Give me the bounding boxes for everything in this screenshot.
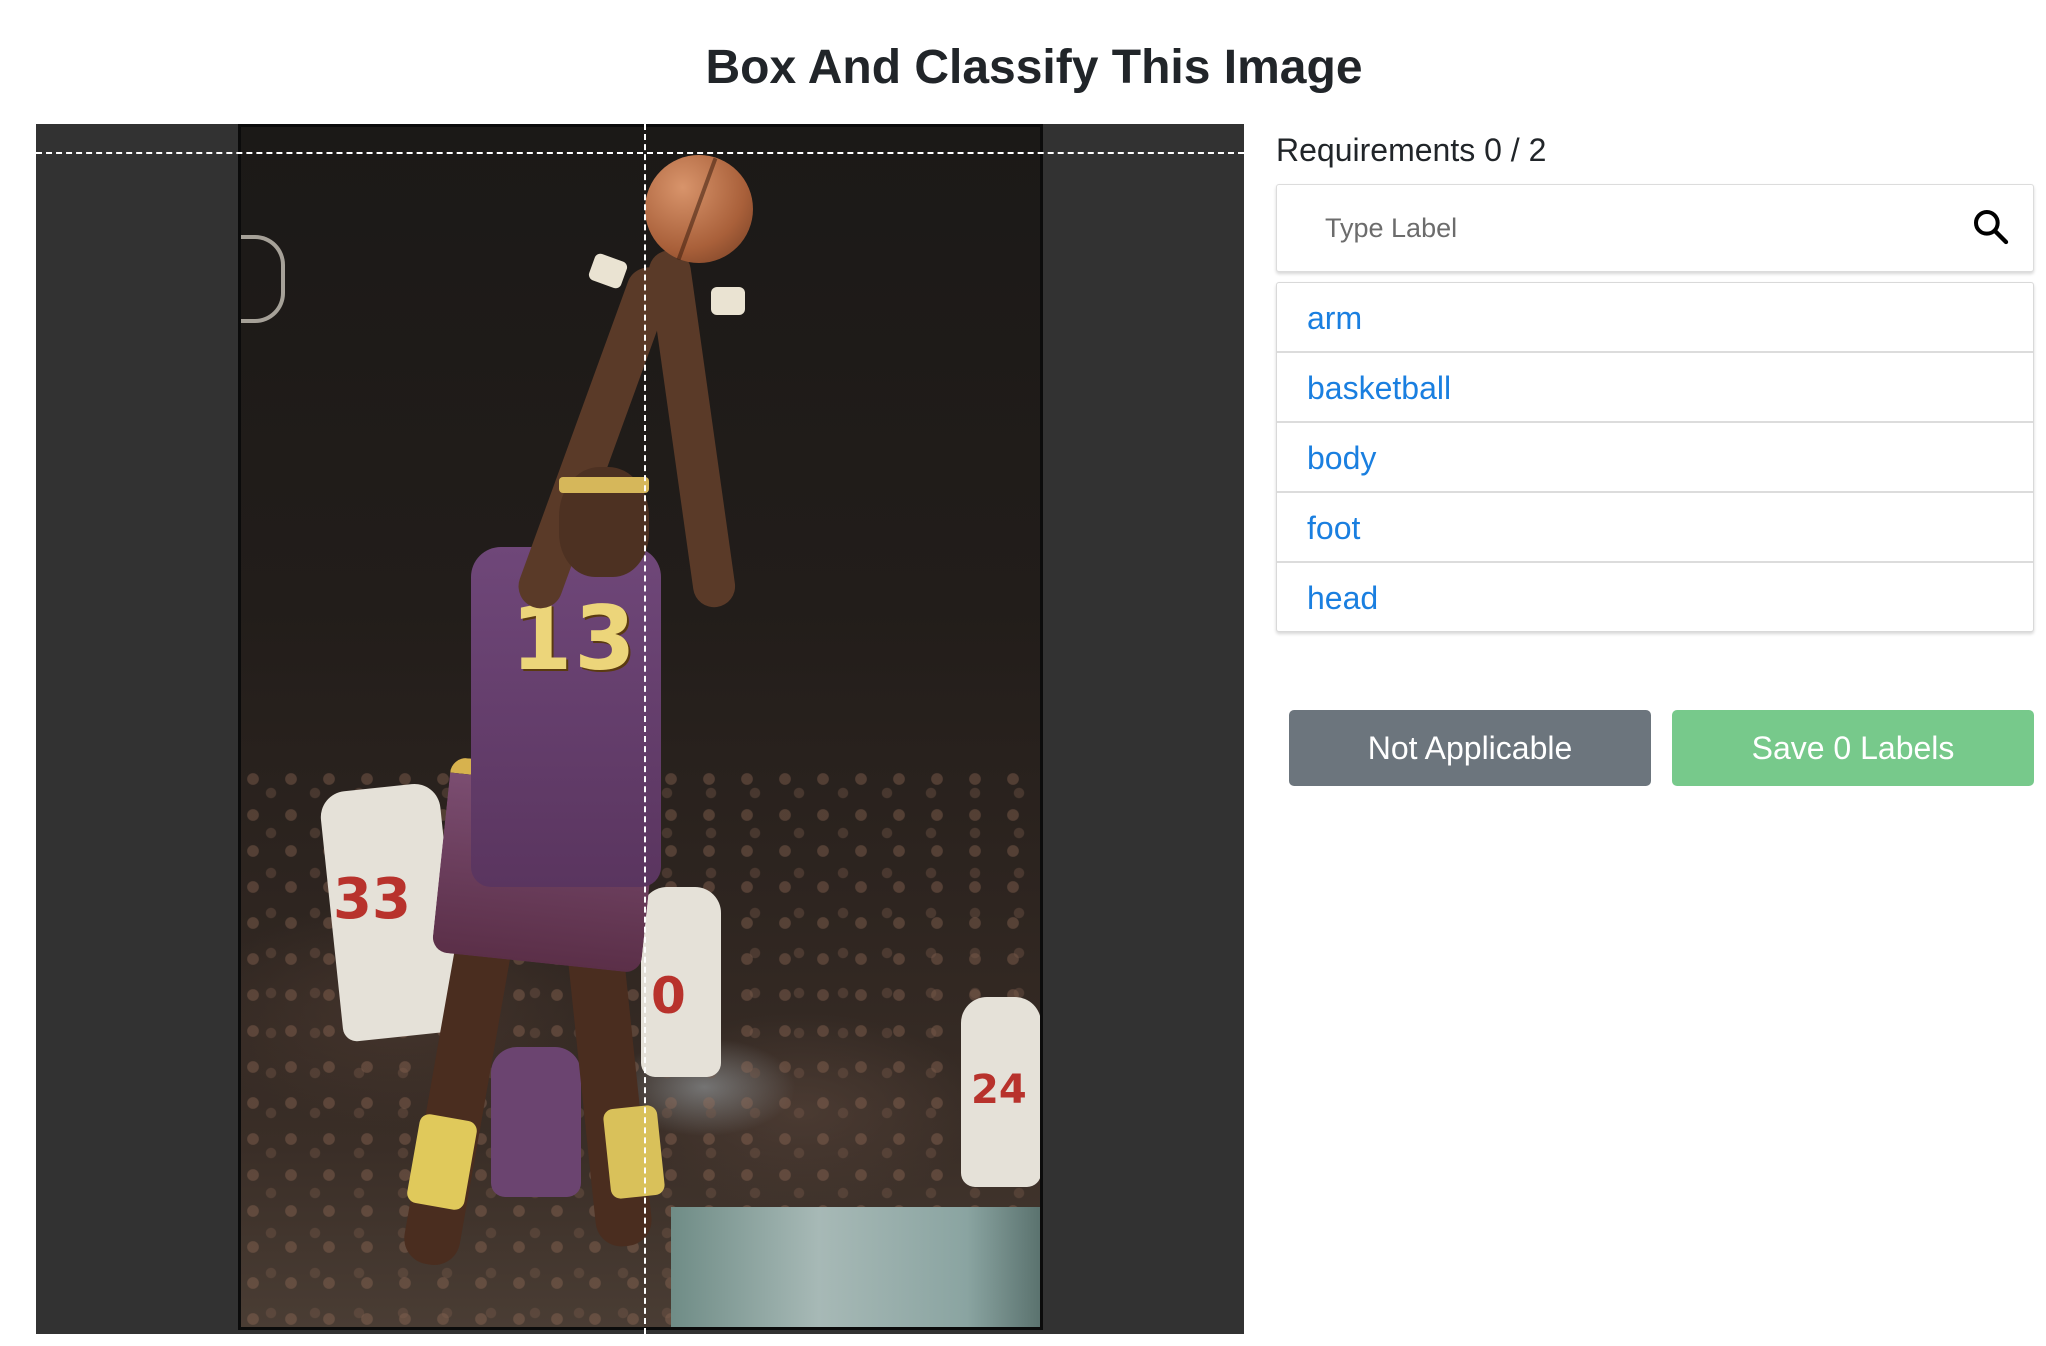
teammate-player: [491, 1047, 581, 1197]
page-title: Box And Classify This Image: [705, 41, 1363, 94]
label-search-input[interactable]: [1307, 185, 1947, 271]
wristband-right: [711, 287, 745, 315]
label-option-arm[interactable]: arm: [1277, 283, 2033, 353]
label-option-foot[interactable]: foot: [1277, 493, 2033, 563]
annotation-canvas[interactable]: 33 0 24 13: [36, 124, 1244, 1334]
label-option-body[interactable]: body: [1277, 423, 2033, 493]
basketball: [645, 155, 753, 263]
opponent-number-right: 24: [971, 1067, 1027, 1113]
player-arms: [481, 187, 781, 647]
courtside-table: [671, 1207, 1040, 1327]
player-headband: [559, 477, 649, 493]
not-applicable-button[interactable]: Not Applicable: [1289, 710, 1651, 786]
opponent-number-left: 33: [333, 867, 411, 932]
labeling-page: Box And Classify This Image 33 0 24 13 R…: [0, 0, 2046, 1346]
opponent-number-center: 0: [651, 967, 686, 1025]
search-icon[interactable]: [1971, 207, 2011, 247]
basketball-photo[interactable]: 33 0 24 13: [238, 124, 1043, 1330]
label-search-box: [1276, 184, 2034, 272]
save-labels-button[interactable]: Save 0 Labels: [1672, 710, 2034, 786]
requirements-counter: Requirements 0 / 2: [1276, 132, 1547, 168]
label-option-basketball[interactable]: basketball: [1277, 353, 2033, 423]
crosshair-vertical-guide: [644, 124, 646, 1334]
label-options-list: arm basketball body foot head: [1276, 282, 2034, 632]
player-knee-pad-right: [602, 1104, 666, 1200]
basket-rim: [241, 235, 285, 323]
label-option-head[interactable]: head: [1277, 563, 2033, 631]
crosshair-horizontal-guide: [36, 152, 1244, 154]
